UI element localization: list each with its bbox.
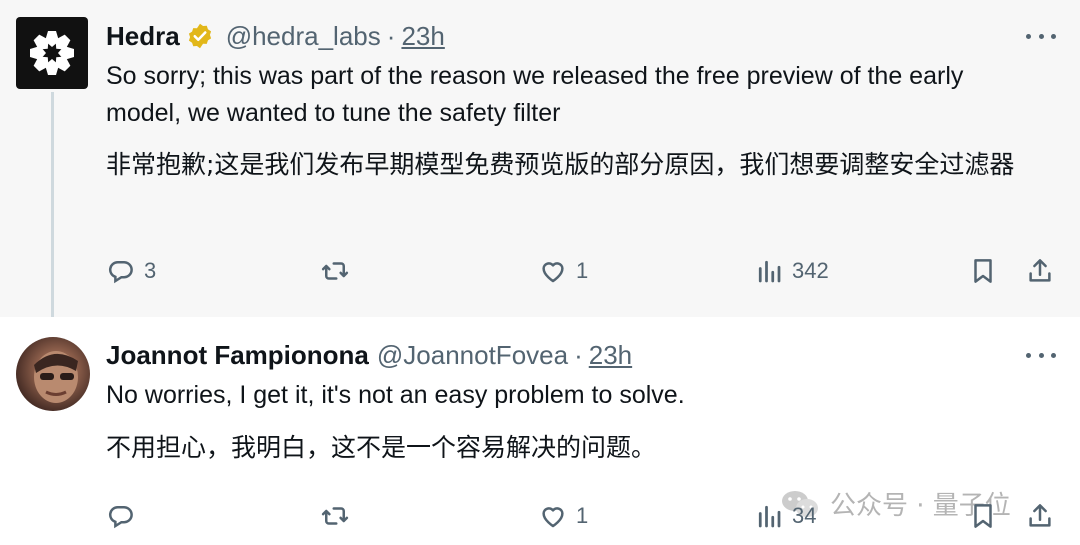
author-name[interactable]: Hedra [106, 21, 180, 52]
share-button[interactable] [1025, 256, 1055, 286]
reply-button[interactable] [106, 501, 136, 531]
hedra-logo-avatar[interactable] [16, 17, 88, 89]
like-count: 1 [576, 503, 589, 528]
tweet-text-english: No worries, I get it, it's not an easy p… [106, 381, 685, 409]
tweet-text-english: So sorry; this was part of the reason we… [106, 62, 964, 127]
tweet-joannot[interactable]: Joannot Fampiononа @JoannotFovea · 23h N… [0, 317, 1080, 545]
reply-count: 3 [144, 258, 157, 283]
retweet-button[interactable] [320, 256, 350, 286]
action-bar: 1 34 [0, 501, 1080, 541]
bookmark-icon [974, 504, 992, 528]
like-button[interactable]: 1 [538, 256, 588, 286]
author-handle[interactable]: @hedra_labs [226, 21, 381, 52]
author-handle[interactable]: @JoannotFovea [377, 340, 568, 371]
views-button[interactable]: 342 [754, 256, 829, 286]
hedra-logo-icon [30, 31, 74, 75]
bookmark-icon [974, 259, 992, 283]
timestamp[interactable]: 23h [401, 21, 444, 52]
views-count: 34 [792, 503, 817, 528]
tweet-header: Joannot Fampiononа @JoannotFovea · 23h [106, 337, 632, 373]
heart-icon [542, 262, 564, 283]
share-icon [1029, 504, 1051, 527]
like-count: 1 [576, 258, 589, 283]
reply-icon [109, 505, 133, 529]
separator-dot: · [386, 20, 396, 51]
more-dots-icon[interactable] [1026, 26, 1056, 46]
reply-button[interactable]: 3 [106, 256, 156, 286]
views-chart-icon [758, 260, 781, 283]
retweet-icon [321, 262, 349, 280]
views-count: 342 [792, 258, 829, 283]
tweet-header: Hedra @hedra_labs · 23h [106, 18, 445, 54]
tweet-text-chinese: 不用担心，我明白，这不是一个容易解决的问题。 [106, 433, 657, 462]
retweet-icon [321, 507, 349, 525]
like-button[interactable]: 1 [538, 501, 588, 531]
thread-connector-line [51, 92, 54, 327]
author-name[interactable]: Joannot Fampiononа [106, 340, 369, 371]
timestamp[interactable]: 23h [589, 340, 632, 371]
action-bar: 3 1 342 [0, 256, 1080, 296]
avatar[interactable] [16, 337, 90, 411]
bookmark-button[interactable] [968, 501, 998, 531]
tweet-hedra[interactable]: Hedra @hedra_labs · 23h So sorry; this w… [0, 0, 1080, 317]
tweet-text-chinese: 非常抱歉;这是我们发布早期模型免费预览版的部分原因，我们想要调整安全过滤器 [106, 150, 1015, 179]
retweet-button[interactable] [320, 501, 350, 531]
verified-badge-icon [186, 22, 214, 50]
views-button[interactable]: 34 [754, 501, 816, 531]
profile-photo-icon [34, 351, 78, 403]
heart-icon [542, 507, 564, 528]
share-button[interactable] [1025, 501, 1055, 531]
more-dots-icon[interactable] [1026, 345, 1056, 365]
bookmark-button[interactable] [968, 256, 998, 286]
share-icon [1029, 259, 1051, 282]
views-chart-icon [758, 505, 781, 528]
reply-icon [109, 260, 133, 284]
separator-dot: · [574, 339, 583, 370]
